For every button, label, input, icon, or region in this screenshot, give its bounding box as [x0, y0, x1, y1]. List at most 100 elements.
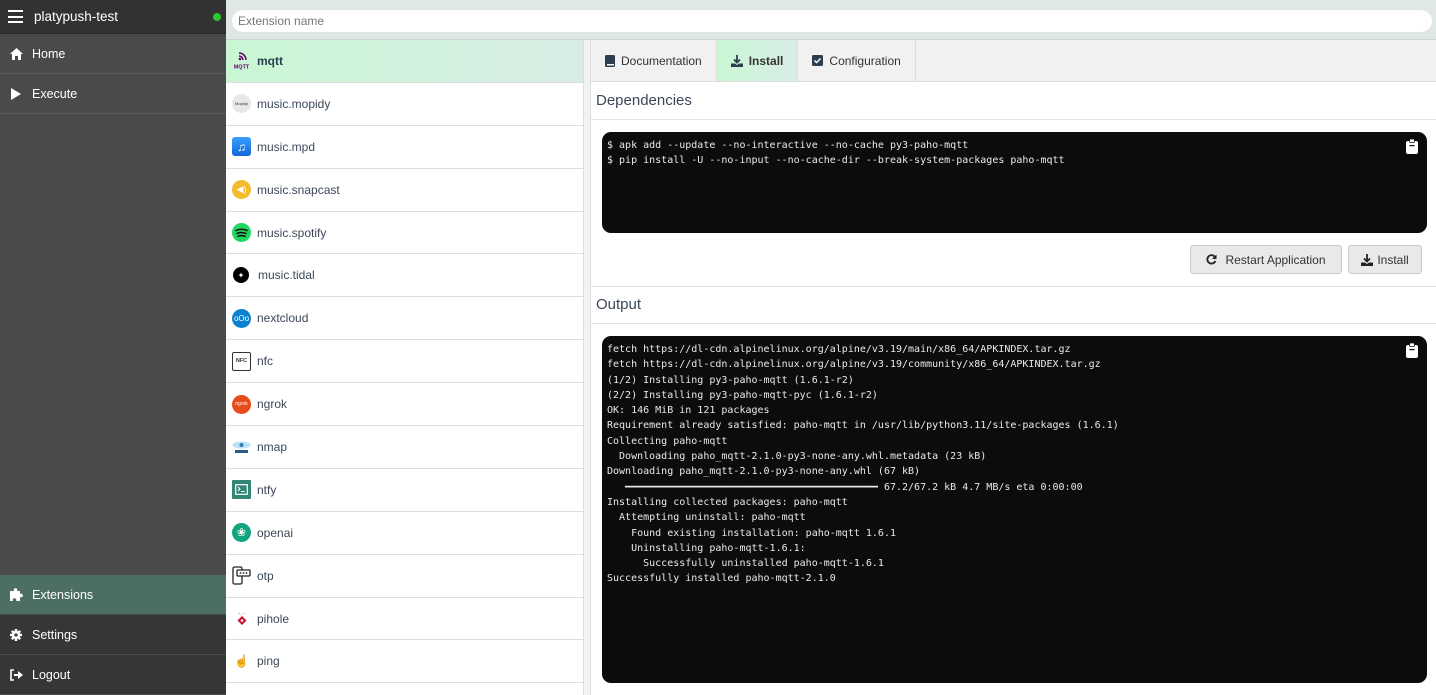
- extension-item-otp[interactable]: otp: [226, 555, 583, 598]
- command-line: $ apk add --update --no-interactive --no…: [607, 140, 969, 151]
- command-line: $ pip install -U --no-input --no-cache-d…: [607, 155, 1065, 167]
- extension-name: mqtt: [257, 53, 283, 68]
- extension-name: openai: [257, 525, 294, 540]
- extension-item-music-tidal[interactable]: ✦ music.tidal: [226, 254, 583, 298]
- tab-documentation[interactable]: Documentation: [591, 40, 717, 81]
- sidebar-item-label: Home: [32, 46, 66, 61]
- extension-name: ngrok: [257, 397, 288, 412]
- extension-item-pihole[interactable]: pihole: [226, 598, 583, 641]
- extension-item-music-mopidy[interactable]: Mopidy music.mopidy: [226, 83, 583, 126]
- spotify-icon: [232, 223, 251, 242]
- extension-name: ntfy: [257, 482, 277, 497]
- extension-item-openai[interactable]: ❀ openai: [226, 512, 583, 555]
- sidebar-item-home[interactable]: Home: [0, 34, 226, 74]
- tab-configuration[interactable]: Configuration: [798, 40, 916, 81]
- extension-search-input[interactable]: [232, 10, 1432, 32]
- menu-icon[interactable]: [8, 10, 23, 23]
- extension-item-ntfy[interactable]: ntfy: [226, 469, 583, 512]
- tab-install[interactable]: Install: [716, 40, 799, 81]
- connection-status-dot: [213, 12, 221, 21]
- output-line: Requirement already satisfied: paho-mqtt…: [607, 420, 1119, 432]
- output-line: Downloading paho_mqtt-2.1.0-py3-none-any…: [607, 451, 987, 463]
- sidebar-bottom: Extensions Settings Logout: [0, 575, 226, 695]
- pihole-icon: [232, 609, 251, 628]
- extension-name: otp: [257, 568, 274, 583]
- extension-name: music.mopidy: [257, 96, 331, 111]
- output-line: Attempting uninstall: paho-mqtt: [607, 512, 806, 524]
- otp-icon: [232, 566, 251, 585]
- host-name: platypush-test: [34, 9, 119, 24]
- extension-name: pihole: [257, 611, 290, 626]
- mqtt-icon: MQTT: [232, 51, 251, 70]
- logout-icon: [9, 668, 23, 681]
- output-line: (2/2) Installing py3-paho-mqtt-pyc (1.6.…: [607, 389, 878, 401]
- book-icon: [605, 54, 615, 67]
- extension-item-music-spotify[interactable]: music.spotify: [226, 212, 583, 255]
- extension-item-nmap[interactable]: nmap: [226, 426, 583, 469]
- extension-item-ngrok[interactable]: ngrok ngrok: [226, 383, 583, 427]
- nmap-icon: [232, 437, 251, 456]
- extension-list: MQTT mqtt Mopidy music.mopidy ♫ music.mp…: [226, 40, 584, 695]
- output-line: (1/2) Installing py3-paho-mqtt (1.6.1-r2…: [607, 374, 854, 386]
- extension-item-ping[interactable]: ☝ ping: [226, 640, 583, 684]
- download-icon: [730, 54, 743, 67]
- svg-text:MQTT: MQTT: [234, 65, 250, 71]
- download-progress-line: ━━━━━━━━━━━━━━━━━━━━━━━━━━━━━━━━━━━━━━━━…: [607, 481, 1083, 493]
- sidebar-item-execute[interactable]: Execute: [0, 74, 226, 114]
- output-line: Successfully installed paho-mqtt-2.1.0: [607, 573, 836, 585]
- extension-item-music-snapcast[interactable]: ◀) music.snapcast: [226, 169, 583, 212]
- output-line: Uninstalling paho-mqtt-1.6.1:: [607, 542, 806, 554]
- sidebar-item-logout[interactable]: Logout: [0, 655, 226, 695]
- gear-icon: [9, 628, 23, 641]
- puzzle-icon: [9, 588, 23, 601]
- extension-detail-panel: Documentation Install Configuration Depe…: [590, 40, 1436, 695]
- extension-name: nextcloud: [257, 311, 309, 326]
- search-bar: [226, 0, 1436, 40]
- button-label: Install: [1377, 252, 1409, 267]
- output-line: Successfully uninstalled paho-mqtt-1.6.1: [607, 558, 884, 570]
- extension-item-nextcloud[interactable]: oOo nextcloud: [226, 297, 583, 341]
- install-button[interactable]: Install: [1348, 245, 1422, 274]
- copy-to-clipboard-icon[interactable]: [1406, 138, 1418, 157]
- nfc-icon: NFC: [232, 351, 251, 371]
- app: platypush-test Home Execute Extensions S…: [0, 0, 1436, 695]
- ngrok-icon: ngrok: [232, 394, 251, 414]
- extension-item-nfc[interactable]: NFC nfc: [226, 340, 583, 384]
- output-heading: Output: [591, 286, 1436, 324]
- restart-application-button[interactable]: Restart Application: [1190, 245, 1342, 274]
- extension-item-music-mpd[interactable]: ♫ music.mpd: [226, 126, 583, 169]
- output-line: Downloading paho_mqtt-2.1.0-py3-none-any…: [607, 466, 921, 478]
- home-icon: [9, 47, 23, 60]
- copy-to-clipboard-icon[interactable]: [1406, 342, 1418, 361]
- ping-icon: ☝: [234, 654, 249, 669]
- dependencies-terminal: $ apk add --update --no-interactive --no…: [602, 132, 1427, 233]
- tab-label: Documentation: [621, 53, 702, 68]
- extension-name: nfc: [257, 354, 274, 369]
- sidebar-item-label: Settings: [32, 627, 78, 642]
- sidebar-item-label: Logout: [32, 667, 71, 682]
- tidal-icon: ✦: [233, 267, 249, 284]
- tab-label: Configuration: [829, 53, 901, 68]
- extension-item-mqtt[interactable]: MQTT mqtt: [226, 40, 583, 83]
- output-line: OK: 146 MiB in 121 packages: [607, 405, 770, 417]
- download-icon: [1361, 253, 1374, 266]
- dependencies-heading: Dependencies: [591, 82, 1436, 120]
- extension-name: music.snapcast: [257, 182, 340, 197]
- sidebar-item-settings[interactable]: Settings: [0, 615, 226, 655]
- music-note-icon: ♫: [232, 137, 251, 157]
- play-icon: [9, 87, 23, 100]
- sidebar-item-extensions[interactable]: Extensions: [0, 575, 226, 615]
- extension-name: music.spotify: [257, 225, 327, 240]
- refresh-icon: [1206, 254, 1217, 265]
- output-terminal: fetch https://dl-cdn.alpinelinux.org/alp…: [602, 336, 1427, 683]
- sidebar-item-label: Extensions: [32, 587, 94, 602]
- extension-name: nmap: [257, 439, 288, 454]
- snapcast-icon: ◀): [232, 180, 251, 200]
- sidebar: platypush-test Home Execute Extensions S…: [0, 0, 226, 695]
- tab-label: Install: [748, 53, 784, 68]
- openai-icon: ❀: [232, 523, 251, 543]
- extension-name: music.tidal: [258, 268, 315, 283]
- output-line: fetch https://dl-cdn.alpinelinux.org/alp…: [607, 359, 1101, 371]
- output-line: Found existing installation: paho-mqtt 1…: [607, 527, 896, 539]
- output-line: Collecting paho-mqtt: [607, 435, 728, 447]
